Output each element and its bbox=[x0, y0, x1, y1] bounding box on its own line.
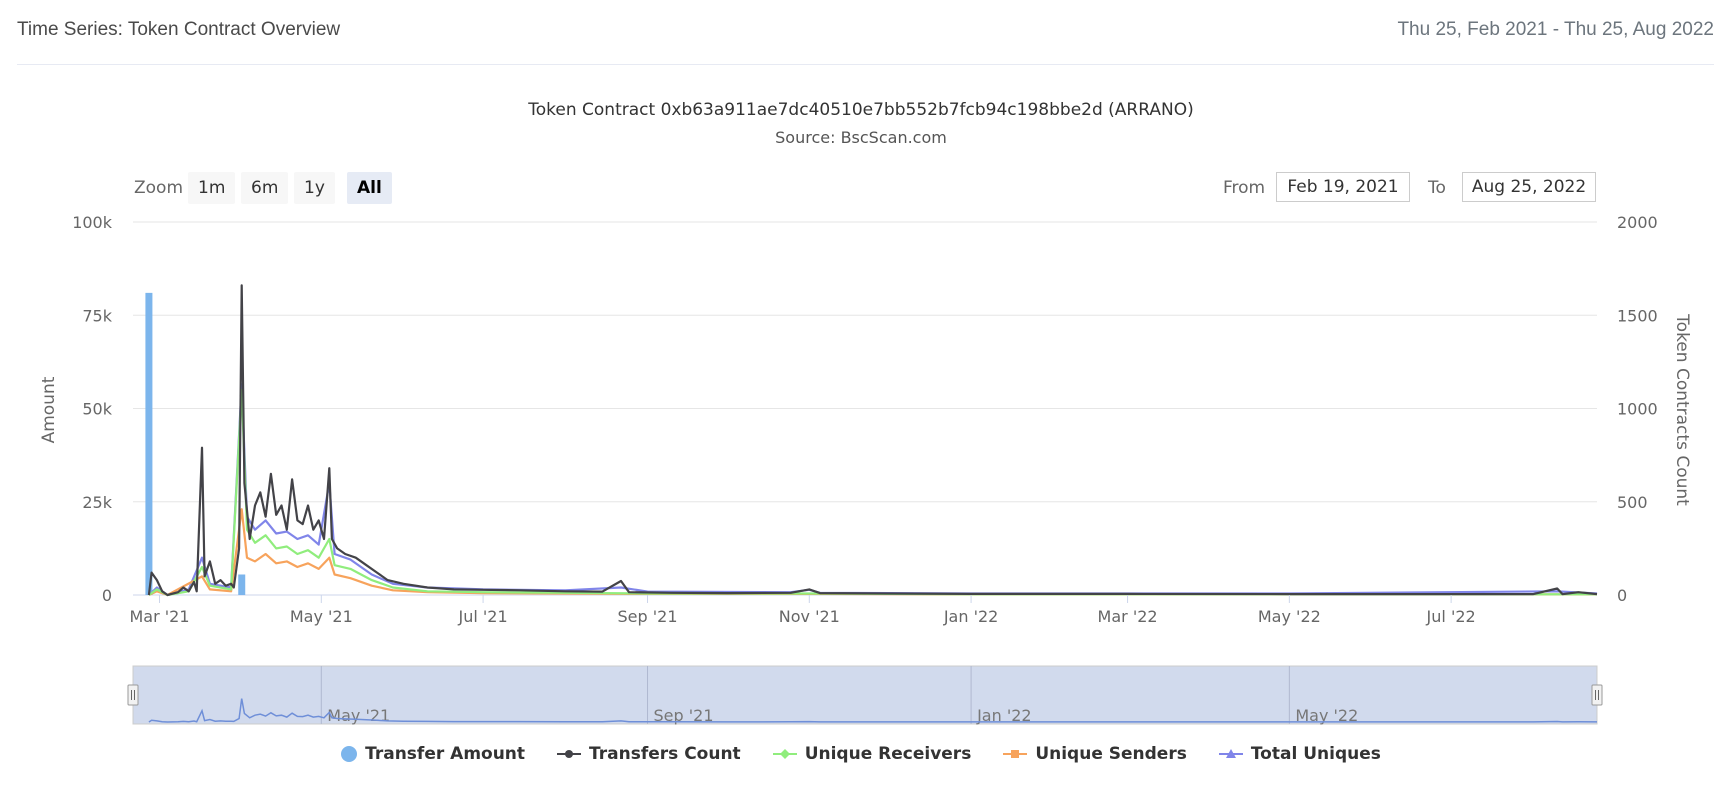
transfer-amount-bar bbox=[238, 574, 246, 595]
series-line-total-uniques bbox=[148, 383, 1598, 597]
legend-label: Unique Senders bbox=[1035, 744, 1187, 764]
x-tick-label: Mar '22 bbox=[1098, 607, 1158, 626]
x-tick-label: May '22 bbox=[1258, 607, 1321, 626]
series-layer bbox=[145, 284, 1598, 597]
legend-circle-icon bbox=[341, 746, 358, 762]
legend-total-uniques[interactable]: Total Uniques bbox=[1218, 744, 1381, 764]
y-right-tick-label: 1500 bbox=[1617, 306, 1658, 325]
legend-transfers-count[interactable]: Transfers Count bbox=[557, 744, 741, 764]
x-tick-label: Jul '22 bbox=[1426, 607, 1476, 626]
legend-label: Transfers Count bbox=[589, 744, 741, 764]
x-tick-label: May '21 bbox=[290, 607, 353, 626]
chart-plot[interactable]: 0 0 25k 500 50k 1000 75k 1500 100k 2000 Mar '21 May… bbox=[0, 0, 1722, 740]
legend-label: Total Uniques bbox=[1250, 744, 1381, 764]
y-right-tick-label: 500 bbox=[1617, 493, 1648, 512]
legend-line-triangle-icon bbox=[1218, 749, 1243, 758]
y-axis-right-label: Token Contracts Count bbox=[1672, 313, 1692, 506]
y-right-tick-label: 2000 bbox=[1617, 213, 1658, 232]
x-tick-label: Mar '21 bbox=[130, 607, 190, 626]
transfer-amount-bar bbox=[145, 292, 153, 595]
legend-label: Unique Receivers bbox=[804, 744, 972, 764]
x-tick-label: Sep '21 bbox=[618, 607, 678, 626]
y-left-tick-label: 0 bbox=[102, 586, 112, 605]
legend-transfer-amount[interactable]: Transfer Amount bbox=[341, 744, 525, 764]
y-right-tick-label: 1000 bbox=[1617, 400, 1658, 419]
navigator-right-handle[interactable] bbox=[1591, 684, 1603, 706]
navigator-tick-label: May '21 bbox=[327, 706, 390, 725]
grid-lines bbox=[133, 221, 1597, 596]
y-left-tick-label: 100k bbox=[72, 213, 113, 232]
y-left-tick-label: 50k bbox=[82, 400, 112, 419]
y-left-tick-label: 75k bbox=[82, 306, 112, 325]
legend-line-diamond-icon bbox=[772, 749, 797, 759]
series-line-transfers-count bbox=[147, 284, 1598, 597]
chart-legend: Transfer Amount Transfers Count Unique R… bbox=[0, 744, 1722, 764]
x-tick-label: Jan '22 bbox=[943, 607, 999, 626]
y-axis-left-label: Amount bbox=[39, 376, 59, 443]
navigator[interactable]: May '21 Sep '21 Jan '22 May '22 bbox=[127, 665, 1603, 725]
x-tick-label: Nov '21 bbox=[779, 607, 840, 626]
legend-unique-senders[interactable]: Unique Senders bbox=[1003, 744, 1187, 764]
x-tick-label: Jul '21 bbox=[458, 607, 508, 626]
y-left-tick-label: 25k bbox=[82, 493, 112, 512]
legend-line-circle-icon bbox=[557, 750, 582, 758]
navigator-left-handle[interactable] bbox=[127, 684, 139, 706]
legend-unique-receivers[interactable]: Unique Receivers bbox=[772, 744, 972, 764]
y-right-tick-label: 0 bbox=[1617, 586, 1627, 605]
legend-label: Transfer Amount bbox=[365, 744, 526, 764]
legend-line-square-icon bbox=[1003, 750, 1028, 758]
series-line-unique-senders bbox=[148, 508, 1597, 597]
